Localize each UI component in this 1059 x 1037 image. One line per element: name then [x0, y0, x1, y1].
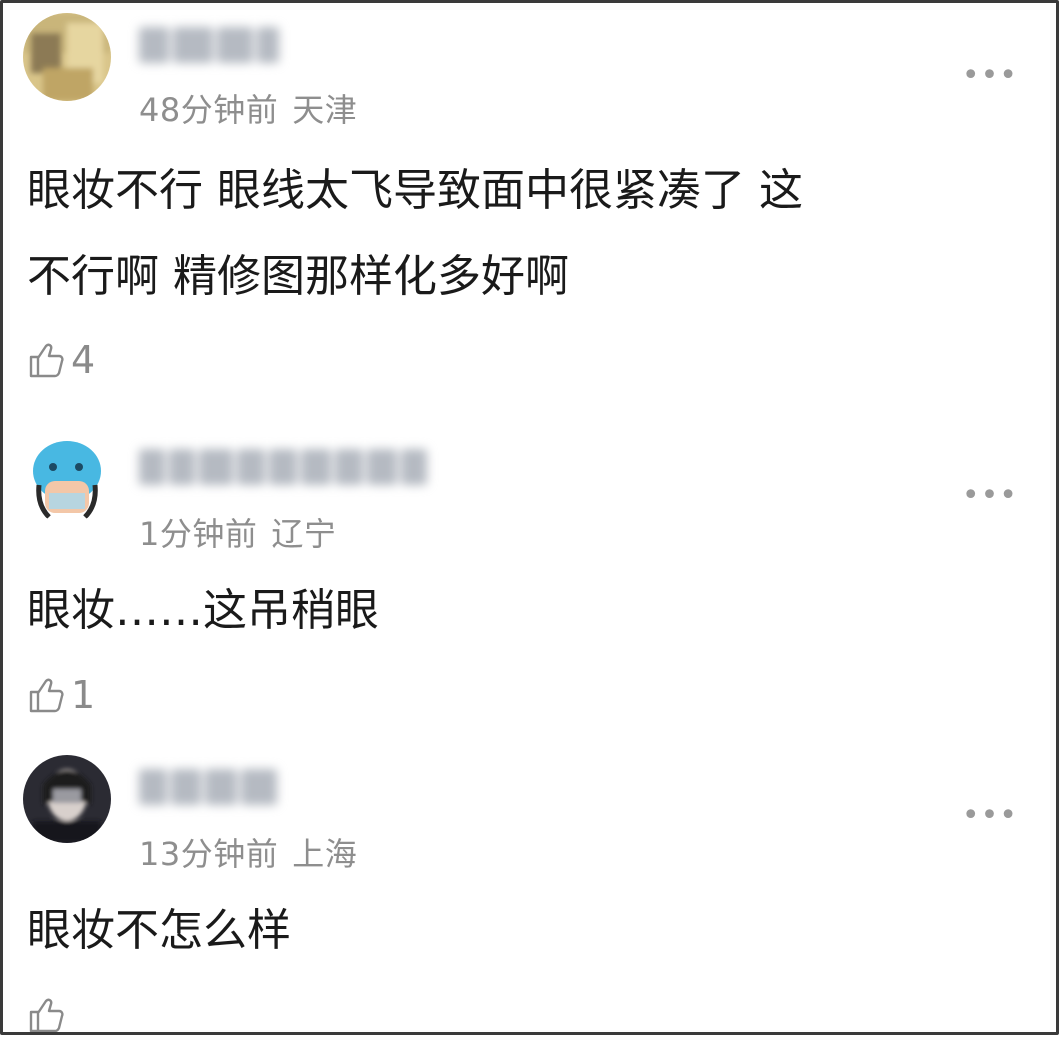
user-avatar[interactable]: [23, 13, 111, 101]
comment-meta: 1分钟前 辽宁: [139, 509, 336, 555]
more-options-icon[interactable]: •••: [962, 61, 1018, 91]
comment-time: 1分钟前: [139, 515, 258, 553]
more-options-icon[interactable]: •••: [962, 801, 1018, 831]
like-count: 1: [71, 673, 96, 717]
comment-location: 辽宁: [271, 515, 337, 553]
comment-text: 眼妆不怎么样: [27, 888, 986, 974]
like-button[interactable]: [27, 993, 71, 1032]
username-blurred[interactable]: [139, 765, 281, 809]
comment-time: 13分钟前: [139, 835, 279, 873]
comment-text-line: 不行啊 精修图那样化多好啊: [27, 251, 569, 302]
user-avatar[interactable]: [23, 435, 111, 523]
username-blurred[interactable]: [139, 23, 283, 67]
comment-location: 上海: [292, 835, 358, 873]
comment-text-line: 眼妆不怎么样: [27, 905, 291, 956]
comment-time: 48分钟前: [139, 91, 279, 129]
comment-location: 天津: [292, 91, 358, 129]
comment-text: 眼妆……这吊稍眼: [27, 568, 986, 654]
like-button[interactable]: 1: [27, 673, 95, 717]
comment-list-frame: 48分钟前 天津 ••• 眼妆不行 眼线太飞导致面中很紧凑了 这 不行啊 精修图那…: [0, 0, 1059, 1035]
thumbs-up-icon: [27, 675, 67, 715]
comment-meta: 48分钟前 天津: [139, 85, 357, 131]
username-blurred[interactable]: [139, 445, 431, 489]
like-button[interactable]: 4: [27, 338, 95, 382]
comment-meta: 13分钟前 上海: [139, 829, 357, 875]
comment-text: 眼妆不行 眼线太飞导致面中很紧凑了 这 不行啊 精修图那样化多好啊: [27, 148, 986, 320]
thumbs-up-icon: [27, 340, 67, 380]
like-count: 4: [71, 338, 96, 382]
thumbs-up-icon: [27, 995, 67, 1032]
comment-text-line: 眼妆……这吊稍眼: [27, 585, 379, 636]
user-avatar[interactable]: [23, 755, 111, 843]
comment-text-line: 眼妆不行 眼线太飞导致面中很紧凑了 这: [27, 165, 803, 216]
more-options-icon[interactable]: •••: [962, 481, 1018, 511]
